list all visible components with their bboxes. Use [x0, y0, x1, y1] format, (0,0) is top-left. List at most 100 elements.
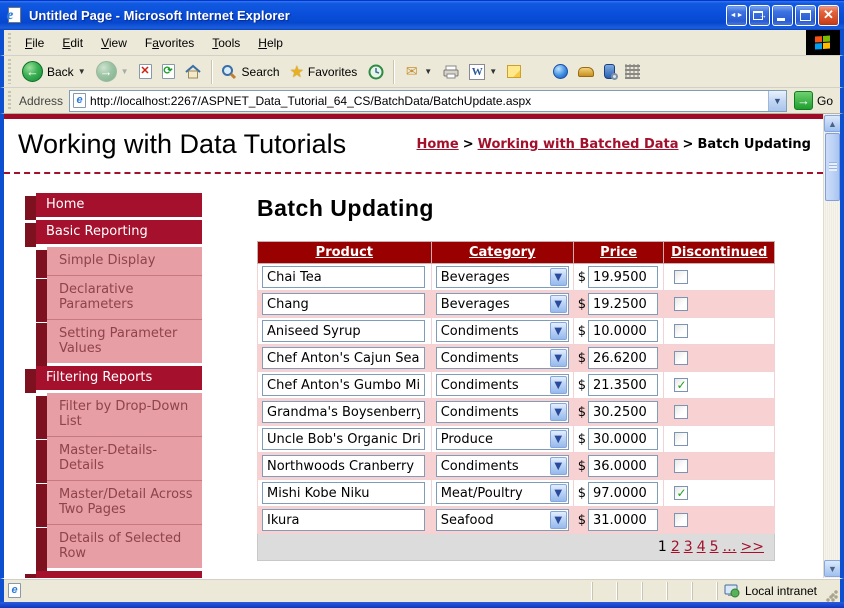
category-select[interactable]: Condiments▼	[436, 401, 569, 423]
discontinued-checkbox[interactable]	[674, 459, 688, 473]
maximize-button[interactable]	[795, 5, 816, 26]
toolbar-grip[interactable]	[6, 91, 14, 111]
price-input[interactable]	[588, 293, 658, 315]
sidebar-item-filter-by-drop-down-list[interactable]: Filter by Drop-Down List	[47, 393, 202, 436]
sidebar-item-home[interactable]: Home	[36, 193, 202, 217]
chevron-down-icon[interactable]: ▼	[550, 295, 567, 313]
discontinued-checkbox[interactable]	[674, 297, 688, 311]
scrollbar-thumb[interactable]	[825, 133, 840, 201]
address-input[interactable]	[90, 94, 768, 108]
pager-next-link[interactable]: >>	[741, 539, 764, 555]
sidebar-item-declarative-parameters[interactable]: Declarative Parameters	[47, 275, 202, 319]
category-select[interactable]: Condiments▼	[436, 320, 569, 342]
minimize-button[interactable]	[772, 5, 793, 26]
pager-page-link[interactable]: 5	[710, 539, 719, 555]
category-select[interactable]: Meat/Poultry▼	[436, 482, 569, 504]
breadcrumb-link-section[interactable]: Working with Batched Data	[478, 137, 679, 152]
history-button[interactable]	[362, 61, 389, 82]
resize-grip[interactable]	[825, 589, 838, 602]
product-input[interactable]	[262, 266, 425, 288]
chevron-down-icon[interactable]: ▼	[550, 511, 567, 529]
price-input[interactable]	[588, 509, 658, 531]
menu-edit[interactable]: Edit	[54, 33, 91, 53]
sidebar-item-master-details-details[interactable]: Master-Details-Details	[47, 436, 202, 480]
product-input[interactable]	[262, 374, 425, 396]
addon-popout-button[interactable]: →	[749, 5, 770, 26]
pager-page-link[interactable]: …	[723, 539, 737, 555]
product-input[interactable]	[262, 320, 425, 342]
discontinued-checkbox[interactable]	[674, 324, 688, 338]
menu-file[interactable]: File	[17, 33, 52, 53]
price-input[interactable]	[588, 455, 658, 477]
sidebar-item-filtering-reports[interactable]: Filtering Reports	[36, 366, 202, 390]
sort-price-link[interactable]: Price	[600, 245, 637, 260]
category-select[interactable]: Produce▼	[436, 428, 569, 450]
sort-category-link[interactable]: Category	[469, 245, 535, 260]
pager-page-link[interactable]: 2	[671, 539, 680, 555]
product-input[interactable]	[262, 428, 425, 450]
price-input[interactable]	[588, 428, 658, 450]
addon-button-2[interactable]	[599, 62, 620, 81]
addon-button-1[interactable]	[573, 65, 599, 79]
price-input[interactable]	[588, 401, 658, 423]
discontinued-checkbox[interactable]	[674, 270, 688, 284]
sidebar-item-basic-reporting[interactable]: Basic Reporting	[36, 220, 202, 244]
sidebar-item-partial[interactable]	[36, 571, 202, 578]
sort-product-link[interactable]: Product	[316, 245, 373, 260]
home-button[interactable]	[180, 61, 207, 82]
breadcrumb-link-home[interactable]: Home	[417, 137, 459, 152]
category-select[interactable]: Condiments▼	[436, 347, 569, 369]
print-button[interactable]	[437, 61, 464, 82]
scroll-up-button[interactable]: ▲	[824, 115, 841, 132]
discontinued-checkbox[interactable]	[674, 432, 688, 446]
menu-view[interactable]: View	[93, 33, 135, 53]
category-select[interactable]: Condiments▼	[436, 455, 569, 477]
scroll-down-button[interactable]: ▼	[824, 560, 841, 577]
discontinued-checkbox[interactable]: ✓	[674, 486, 688, 500]
chevron-down-icon[interactable]: ▼	[550, 430, 567, 448]
edit-dropdown-icon[interactable]: ▼	[489, 67, 497, 76]
category-select[interactable]: Beverages▼	[436, 266, 569, 288]
product-input[interactable]	[262, 509, 425, 531]
chevron-down-icon[interactable]: ▼	[550, 349, 567, 367]
price-input[interactable]	[588, 482, 658, 504]
sidebar-item-master-detail-across-two-pages[interactable]: Master/Detail Across Two Pages	[47, 480, 202, 524]
refresh-button[interactable]: ⟳	[157, 62, 180, 81]
pager-page-link[interactable]: 3	[684, 539, 693, 555]
discontinued-checkbox[interactable]	[674, 405, 688, 419]
chevron-down-icon[interactable]: ▼	[550, 457, 567, 475]
product-input[interactable]	[262, 455, 425, 477]
price-input[interactable]	[588, 320, 658, 342]
chevron-down-icon[interactable]: ▼	[550, 484, 567, 502]
menu-favorites[interactable]: Favorites	[137, 33, 202, 53]
mail-dropdown-icon[interactable]: ▼	[424, 67, 432, 76]
forward-button[interactable]: → ▼	[91, 59, 134, 84]
chevron-down-icon[interactable]: ▼	[550, 403, 567, 421]
back-button[interactable]: ← Back ▼	[17, 59, 91, 84]
favorites-button[interactable]: ★ Favorites	[285, 60, 363, 84]
addon-arrows-button[interactable]: ◄►	[726, 5, 747, 26]
vertical-scrollbar[interactable]: ▲ ▼	[823, 114, 840, 578]
chevron-down-icon[interactable]: ▼	[550, 376, 567, 394]
discontinued-checkbox[interactable]	[674, 513, 688, 527]
toolbar-grip[interactable]	[6, 33, 14, 53]
sidebar-item-details-of-selected-row[interactable]: Details of Selected Row	[47, 524, 202, 568]
category-select[interactable]: Beverages▼	[436, 293, 569, 315]
chevron-down-icon[interactable]: ▼	[550, 322, 567, 340]
product-input[interactable]	[262, 293, 425, 315]
mail-button[interactable]: ✉ ▼	[398, 61, 437, 82]
addon-button-3[interactable]	[620, 62, 645, 81]
chevron-down-icon[interactable]: ▼	[550, 268, 567, 286]
product-input[interactable]	[262, 347, 425, 369]
edit-with-word-button[interactable]: W ▼	[464, 62, 502, 82]
menu-help[interactable]: Help	[250, 33, 291, 53]
sort-discontinued-link[interactable]: Discontinued	[671, 245, 767, 260]
sidebar-item-simple-display[interactable]: Simple Display	[47, 247, 202, 275]
close-button[interactable]: ✕	[818, 5, 839, 26]
address-dropdown-button[interactable]: ▼	[768, 91, 786, 111]
product-input[interactable]	[262, 401, 425, 423]
back-dropdown-icon[interactable]: ▼	[78, 67, 86, 76]
search-button[interactable]: Search	[216, 61, 285, 82]
price-input[interactable]	[588, 347, 658, 369]
discontinued-checkbox[interactable]	[674, 351, 688, 365]
